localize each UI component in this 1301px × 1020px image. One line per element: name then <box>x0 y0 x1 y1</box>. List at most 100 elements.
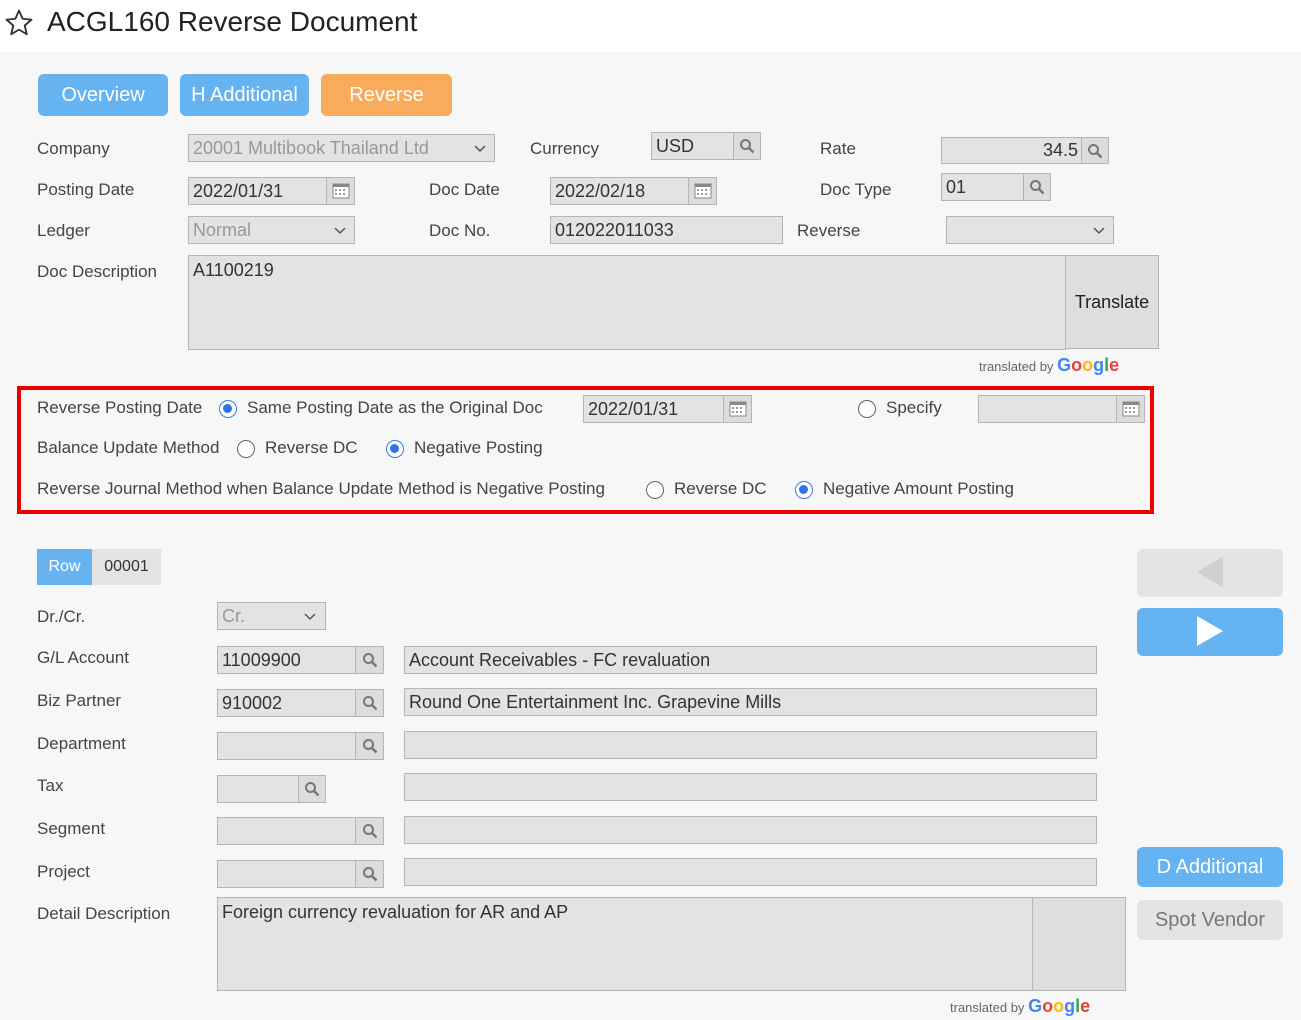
project-field[interactable] <box>217 860 357 888</box>
tax-search-button[interactable] <box>298 775 326 803</box>
same-date-calendar-button[interactable] <box>723 395 752 423</box>
balance-negative-posting-label: Negative Posting <box>414 438 543 457</box>
currency-label: Currency <box>530 139 599 158</box>
doc-description-label: Doc Description <box>37 262 157 281</box>
previous-row-button[interactable] <box>1137 549 1283 597</box>
doc-type-search-button[interactable] <box>1023 173 1051 201</box>
currency-field[interactable]: USD <box>651 132 735 160</box>
google-translate-credit-detail: translated by Google <box>950 996 1090 1017</box>
star-icon[interactable] <box>4 8 34 38</box>
segment-name-field <box>404 816 1097 844</box>
search-icon <box>362 867 377 882</box>
doc-no-label: Doc No. <box>429 221 491 240</box>
doc-date-field[interactable]: 2022/02/18 <box>550 177 690 205</box>
chevron-down-icon <box>304 613 316 621</box>
doc-description-field[interactable]: A1100219 <box>188 255 1066 350</box>
department-name-field <box>404 731 1097 759</box>
biz-partner-search-button[interactable] <box>355 689 384 717</box>
translated-by-text: translated by <box>950 1000 1025 1015</box>
reverse-select[interactable] <box>946 216 1114 244</box>
company-label: Company <box>37 139 110 158</box>
translated-by-text: translated by <box>979 359 1054 374</box>
doc-date-label: Doc Date <box>429 180 500 199</box>
specify-label: Specify <box>886 398 942 417</box>
doc-no-field[interactable]: 012022011033 <box>550 216 783 244</box>
triangle-right-icon <box>1197 615 1223 646</box>
ledger-label: Ledger <box>37 221 90 240</box>
tab-overview[interactable]: Overview <box>38 74 168 116</box>
ledger-value: Normal <box>193 220 252 240</box>
triangle-left-icon <box>1197 556 1223 587</box>
search-icon <box>1088 143 1103 158</box>
search-icon <box>362 696 377 711</box>
project-search-button[interactable] <box>355 860 384 888</box>
google-translate-credit: translated by Google <box>979 355 1119 376</box>
balance-reverse-dc-radio[interactable] <box>237 440 255 458</box>
journal-negative-amount-radio[interactable] <box>795 481 813 499</box>
doc-type-field[interactable]: 01 <box>941 173 1025 201</box>
specify-date-calendar-button[interactable] <box>1116 395 1145 423</box>
balance-negative-posting-radio[interactable] <box>386 440 404 458</box>
calendar-icon <box>694 183 711 199</box>
search-icon <box>362 824 377 839</box>
d-additional-button[interactable]: D Additional <box>1137 847 1283 887</box>
same-posting-date-radio[interactable] <box>219 400 237 418</box>
department-label: Department <box>37 734 126 753</box>
journal-negative-amount-label: Negative Amount Posting <box>823 479 1014 498</box>
department-field[interactable] <box>217 732 357 760</box>
detail-description-label: Detail Description <box>37 904 171 923</box>
same-date-field[interactable]: 2022/01/31 <box>583 395 725 423</box>
translate-button[interactable]: Translate <box>1065 255 1159 349</box>
gl-account-label: G/L Account <box>37 648 129 667</box>
calendar-icon <box>1122 401 1139 417</box>
page-title: ACGL160 Reverse Document <box>47 6 418 37</box>
rate-search-button[interactable] <box>1081 137 1109 164</box>
tab-h-additional[interactable]: H Additional <box>180 74 309 116</box>
rate-field[interactable]: 34.5 <box>941 137 1083 164</box>
row-number: 00001 <box>92 549 161 585</box>
spot-vendor-button[interactable]: Spot Vendor <box>1137 900 1283 940</box>
page-header: ACGL160 Reverse Document <box>0 0 1301 52</box>
segment-search-button[interactable] <box>355 817 384 845</box>
balance-reverse-dc-label: Reverse DC <box>265 438 358 457</box>
segment-field[interactable] <box>217 817 357 845</box>
biz-partner-label: Biz Partner <box>37 691 122 710</box>
tax-field[interactable] <box>217 775 300 803</box>
biz-partner-name-field: Round One Entertainment Inc. Grapevine M… <box>404 688 1097 716</box>
gl-account-name-field: Account Receivables - FC revaluation <box>404 646 1097 674</box>
search-icon <box>305 782 320 797</box>
calendar-icon <box>729 401 746 417</box>
gl-account-search-button[interactable] <box>355 646 384 674</box>
chevron-down-icon <box>334 227 346 235</box>
department-search-button[interactable] <box>355 732 384 760</box>
search-icon <box>1030 180 1045 195</box>
same-posting-date-label: Same Posting Date as the Original Doc <box>247 398 543 417</box>
posting-date-field[interactable]: 2022/01/31 <box>188 177 328 205</box>
tax-name-field <box>404 773 1097 801</box>
tab-reverse[interactable]: Reverse <box>321 74 452 116</box>
biz-partner-field[interactable]: 910002 <box>217 689 357 717</box>
detail-description-field[interactable]: Foreign currency revaluation for AR and … <box>217 897 1033 991</box>
journal-reverse-dc-label: Reverse DC <box>674 479 767 498</box>
doc-date-calendar-button[interactable] <box>688 177 717 205</box>
gl-account-field[interactable]: 11009900 <box>217 646 357 674</box>
rate-label: Rate <box>820 139 856 158</box>
doc-type-label: Doc Type <box>820 180 892 199</box>
search-icon <box>362 739 377 754</box>
journal-reverse-dc-radio[interactable] <box>646 481 664 499</box>
google-logo: Google <box>1028 996 1091 1016</box>
currency-search-button[interactable] <box>733 132 761 160</box>
calendar-icon <box>332 183 349 199</box>
search-icon <box>362 653 377 668</box>
balance-update-method-label: Balance Update Method <box>37 438 220 457</box>
posting-date-calendar-button[interactable] <box>326 177 355 205</box>
specify-date-field[interactable] <box>978 395 1118 423</box>
detail-translate-button[interactable] <box>1032 897 1126 991</box>
drcr-value: Cr. <box>222 606 246 626</box>
specify-radio[interactable] <box>858 400 876 418</box>
next-row-button[interactable] <box>1137 608 1283 656</box>
posting-date-label: Posting Date <box>37 180 135 199</box>
row-tag: Row <box>37 549 92 585</box>
company-select[interactable]: 20001 Multibook Thailand Ltd <box>188 134 495 162</box>
ledger-select[interactable]: Normal <box>188 216 355 244</box>
